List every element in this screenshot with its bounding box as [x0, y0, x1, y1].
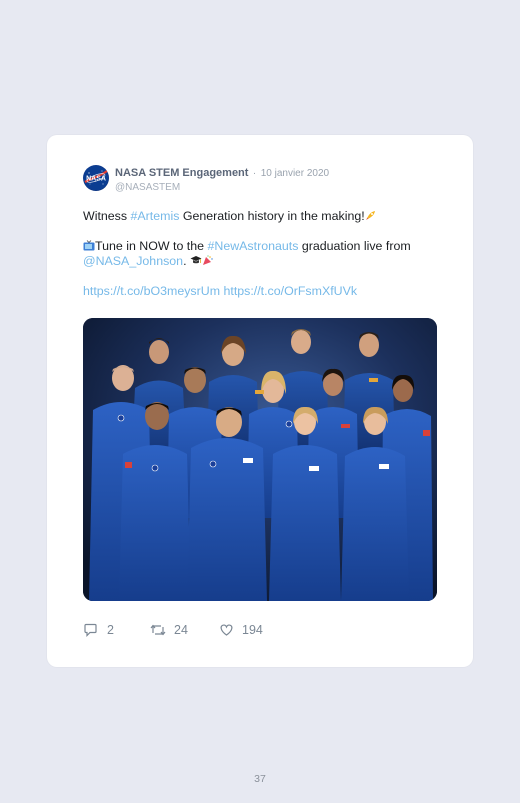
text-fragment: Witness [83, 209, 131, 223]
tweet-date[interactable]: 10 janvier 2020 [261, 168, 329, 179]
tweet-links: https://t.co/bO3meysrUm https://t.co/OrF… [83, 284, 443, 299]
tweet-line-2: Tune in NOW to the #NewAstronauts gradua… [83, 239, 443, 254]
text-fragment: . [183, 254, 187, 268]
page-number: 37 [254, 773, 266, 785]
svg-text:NASA: NASA [86, 176, 106, 183]
rocket-icon [365, 210, 376, 224]
hashtag-artemis[interactable]: #Artemis [131, 209, 180, 223]
reply-button[interactable]: 2 [83, 622, 123, 638]
tweet-header: NASA NASA STEM Engagement · 10 janvier 2… [83, 163, 443, 197]
tweet-text: Witness #Artemis Generation history in t… [83, 209, 443, 299]
like-count: 194 [242, 623, 263, 637]
text-fragment: Generation history in the making! [179, 209, 365, 223]
separator-dot: · [252, 168, 257, 179]
tweet-link-1[interactable]: https://t.co/bO3meysrUm [83, 284, 220, 298]
tweet-line-1: Witness #Artemis Generation history in t… [83, 209, 443, 224]
retweet-icon [150, 624, 166, 636]
author-display-name[interactable]: NASA STEM Engagement [115, 167, 248, 179]
retweet-count: 24 [174, 623, 188, 637]
tv-icon [83, 240, 95, 254]
page: NASA NASA STEM Engagement · 10 janvier 2… [0, 0, 520, 803]
author-block: NASA STEM Engagement · 10 janvier 2020 @… [115, 165, 329, 194]
like-button[interactable]: 194 [219, 622, 279, 638]
text-fragment: graduation live from [298, 239, 411, 253]
tweet-line-3: @NASA_Johnson. [83, 254, 443, 269]
author-handle[interactable]: @NASASTEM [115, 181, 329, 194]
party-popper-icon [202, 255, 213, 269]
hashtag-new-astronauts[interactable]: #NewAstronauts [207, 239, 298, 253]
graduation-cap-icon [190, 255, 202, 269]
reply-icon [84, 623, 97, 637]
reply-count: 2 [107, 623, 114, 637]
tweet-card[interactable]: NASA NASA STEM Engagement · 10 janvier 2… [47, 135, 473, 667]
nasa-meatball-logo: NASA [83, 165, 109, 191]
tweet-photo[interactable] [83, 318, 437, 601]
tweet-link-2[interactable]: https://t.co/OrFsmXfUVk [223, 284, 357, 298]
heart-icon [220, 624, 233, 636]
retweet-button[interactable]: 24 [150, 622, 200, 638]
text-fragment: Tune in NOW to the [95, 239, 208, 253]
avatar[interactable]: NASA [83, 165, 109, 191]
astronaut-group-photo [83, 318, 437, 601]
mention-nasa-johnson[interactable]: @NASA_Johnson [83, 254, 183, 268]
